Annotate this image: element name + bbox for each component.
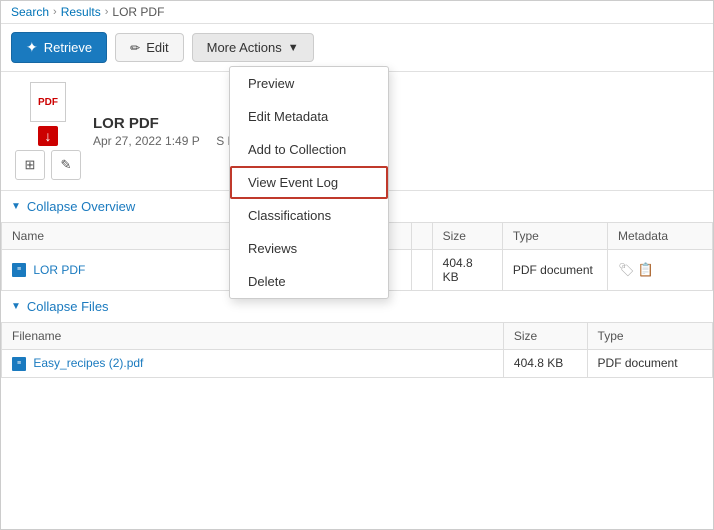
files-col-filename: Filename: [2, 323, 504, 350]
breadcrumb-search[interactable]: Search: [11, 5, 49, 19]
edit-label: Edit: [146, 40, 168, 55]
overview-col-empty: [411, 223, 432, 250]
doc-meta-icon1[interactable]: ⊞: [15, 150, 45, 180]
document-title: LOR PDF: [93, 115, 699, 132]
doc-meta-icons: ⊞ ✎: [15, 150, 81, 180]
breadcrumb-current: LOR PDF: [112, 5, 164, 19]
files-row-type: PDF document: [587, 350, 712, 378]
files-section-label: Collapse Files: [27, 299, 109, 314]
breadcrumb: Search › Results › LOR PDF: [1, 1, 713, 24]
tag-icon: 🏷: [618, 262, 635, 277]
overview-row-empty: [411, 250, 432, 291]
pdf-download-arrow[interactable]: ↓: [38, 126, 58, 146]
files-row-filename: ≡ Easy_recipes (2).pdf: [2, 350, 504, 378]
overview-row-meta: 🏷 📋: [607, 250, 712, 291]
pdf-icon-label: PDF: [38, 97, 58, 108]
menu-item-edit-metadata[interactable]: Edit Metadata: [230, 100, 388, 133]
menu-item-reviews[interactable]: Reviews: [230, 232, 388, 265]
menu-item-view-event-log[interactable]: View Event Log: [230, 166, 388, 199]
retrieve-star-icon: ✦: [26, 39, 38, 56]
retrieve-button[interactable]: ✦ Retrieve: [11, 32, 107, 63]
files-col-type: Type: [587, 323, 712, 350]
overview-row-name-link[interactable]: LOR PDF: [33, 263, 85, 277]
overview-section-label: Collapse Overview: [27, 199, 135, 214]
file-icon-small-files: ≡: [12, 357, 26, 371]
menu-item-add-to-collection[interactable]: Add to Collection: [230, 133, 388, 166]
overview-col-metadata: Metadata: [607, 223, 712, 250]
overview-col-type: Type: [502, 223, 607, 250]
files-row-filename-link[interactable]: Easy_recipes (2).pdf: [33, 356, 143, 370]
file-icon-small: ≡: [12, 263, 26, 277]
toolbar: ✦ Retrieve ✏ Edit More Actions ▼ Preview…: [1, 24, 713, 72]
pdf-icon: PDF: [30, 82, 66, 122]
document-date: Apr 27, 2022 1:49 P: [93, 134, 200, 148]
document-info: LOR PDF Apr 27, 2022 1:49 P S LOR: [93, 115, 699, 148]
breadcrumb-sep2: ›: [105, 6, 109, 18]
overview-collapse-icon: ▼: [11, 201, 21, 212]
overview-row-size: 404.8 KB: [432, 250, 502, 291]
document-meta: Apr 27, 2022 1:49 P S LOR: [93, 134, 699, 148]
pencil-icon: ✏: [130, 41, 140, 55]
metadata-icon: 📋: [638, 262, 654, 277]
menu-item-delete[interactable]: Delete: [230, 265, 388, 298]
breadcrumb-sep1: ›: [53, 6, 57, 18]
retrieve-label: Retrieve: [44, 40, 92, 55]
more-actions-button[interactable]: More Actions ▼: [192, 33, 314, 62]
doc-meta-icon2[interactable]: ✎: [51, 150, 81, 180]
overview-row-type: PDF document: [502, 250, 607, 291]
menu-item-classifications[interactable]: Classifications: [230, 199, 388, 232]
more-actions-dropdown: Preview Edit Metadata Add to Collection …: [229, 66, 389, 299]
files-table: Filename Size Type ≡ Easy_recipes (2).pd…: [1, 322, 713, 378]
files-row-size: 404.8 KB: [503, 350, 587, 378]
files-collapse-icon: ▼: [11, 301, 21, 312]
files-col-size: Size: [503, 323, 587, 350]
chevron-down-icon: ▼: [288, 42, 299, 54]
edit-button[interactable]: ✏ Edit: [115, 33, 183, 62]
overview-col-size: Size: [432, 223, 502, 250]
more-actions-label: More Actions: [207, 40, 282, 55]
menu-item-preview[interactable]: Preview: [230, 67, 388, 100]
document-icon-wrap: PDF ↓ ⊞ ✎: [15, 82, 81, 180]
table-row: ≡ Easy_recipes (2).pdf 404.8 KB PDF docu…: [2, 350, 713, 378]
breadcrumb-results[interactable]: Results: [61, 5, 101, 19]
